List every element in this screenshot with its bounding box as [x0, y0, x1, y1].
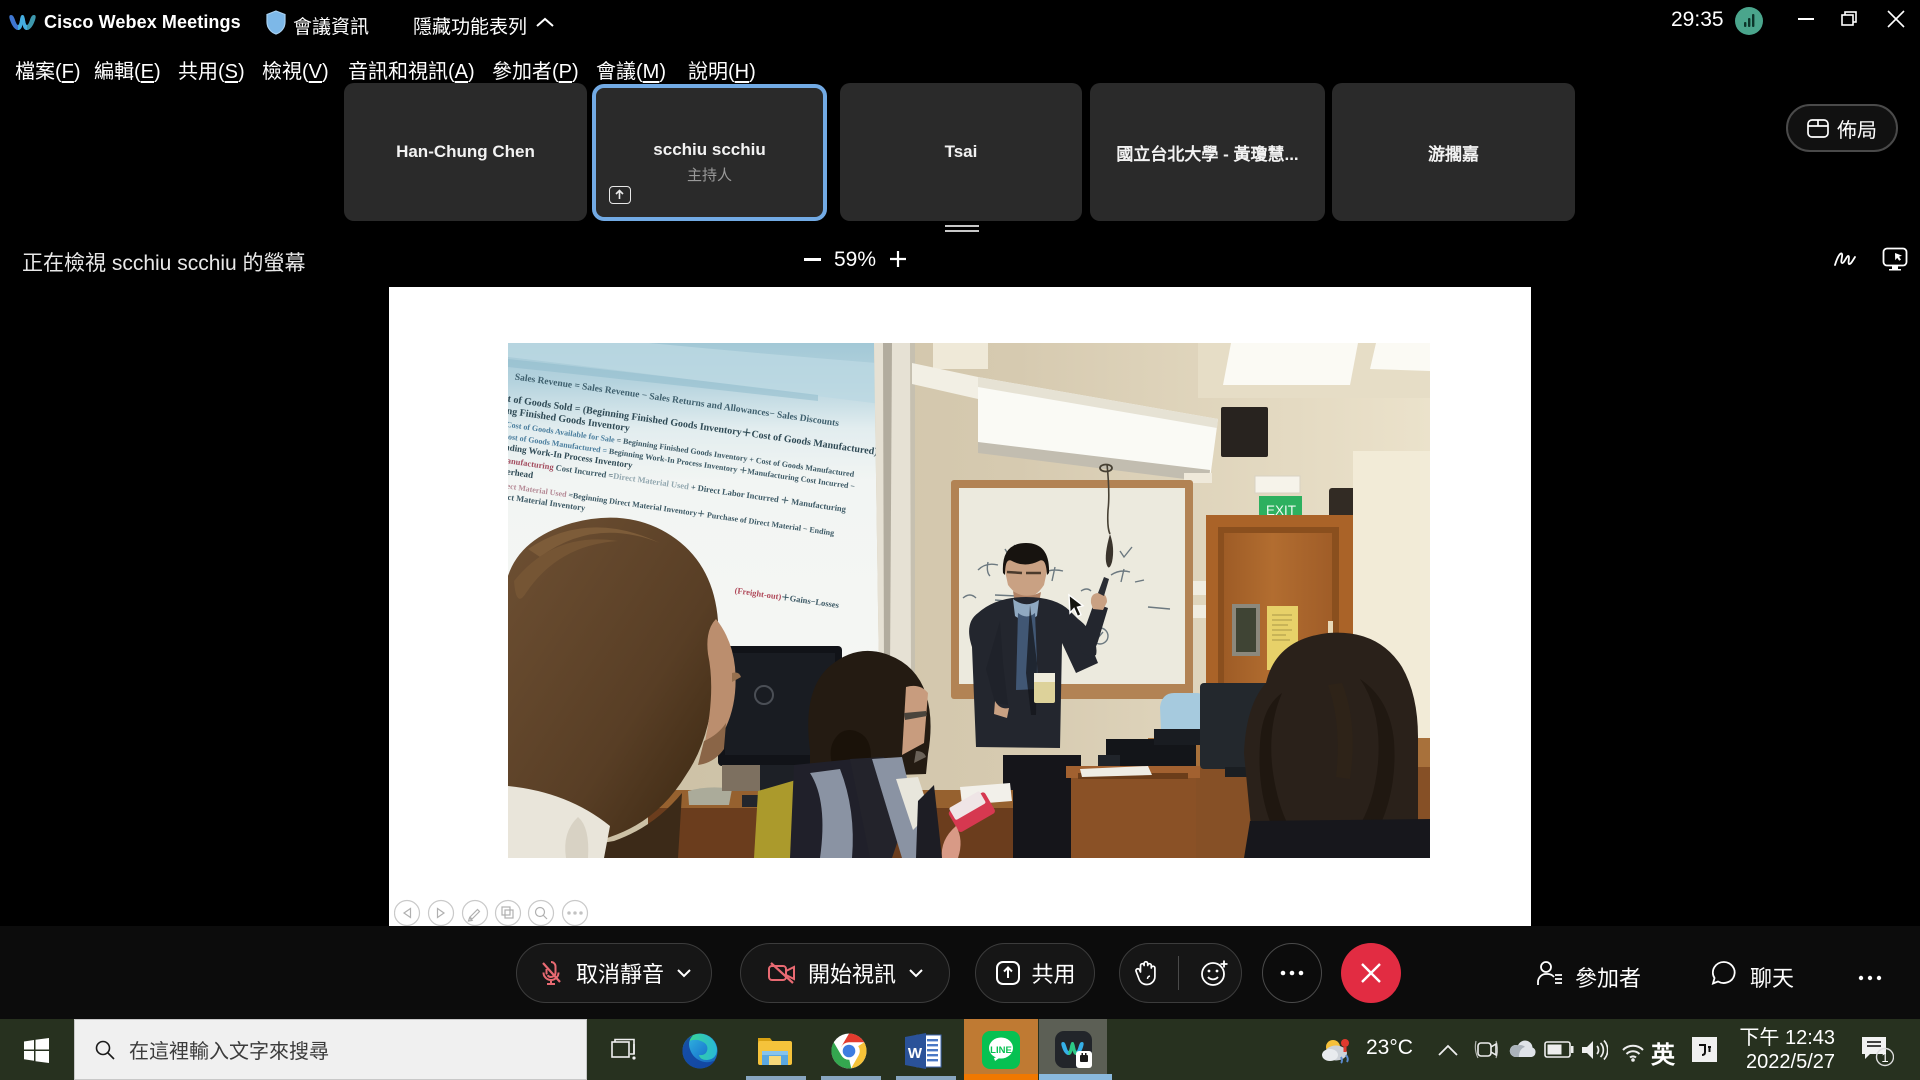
svg-text:1: 1: [1881, 1050, 1888, 1065]
svg-text:LINE: LINE: [990, 1045, 1012, 1056]
svg-text:W: W: [908, 1045, 923, 1062]
